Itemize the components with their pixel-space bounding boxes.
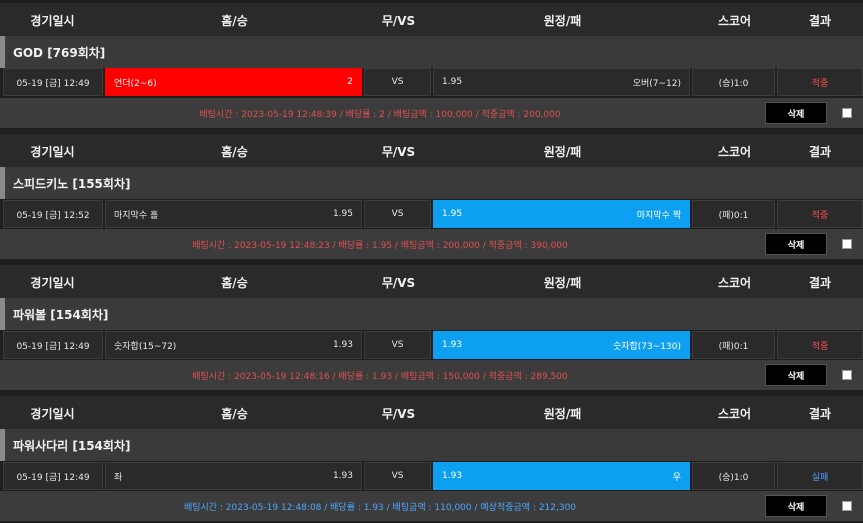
away-pick-cell[interactable]: 1.95 마지막수 짝 [433,200,690,228]
header-home: 홈/승 [221,406,248,421]
select-checkbox[interactable] [842,108,852,118]
away-odds: 1.93 [442,340,463,350]
bet-date: 05-19 [금] 12:49 [3,462,103,490]
delete-button[interactable]: 삭제 [765,364,827,386]
column-header: 경기일시 홈/승 무/VS 원정/패 스코어 결과 [0,265,863,299]
vs-cell[interactable]: VS [364,331,431,359]
header-score: 스코어 [717,275,752,290]
bet-info-text: 배팅시간 : 2023-05-19 12:48:23 / 배당률 : 1.95 … [192,240,568,251]
bet-date: 05-19 [금] 12:49 [3,331,103,359]
score-cell: (승)1:0 [692,68,775,96]
result-cell: 적중 [777,331,863,359]
column-header: 경기일시 홈/승 무/VS 원정/패 스코어 결과 [0,3,863,37]
header-vs: 무/VS [381,13,416,28]
home-odds: 1.93 [332,471,353,481]
bet-info-text: 배팅시간 : 2023-05-19 12:48:39 / 배당률 : 2 / 배… [199,109,561,120]
game-title: 파워볼 [154회차] [0,298,863,330]
away-odds: 1.95 [442,209,463,219]
bet-info-text: 배팅시간 : 2023-05-19 12:48:16 / 배당률 : 1.93 … [192,371,568,382]
bet-info-text: 배팅시간 : 2023-05-19 12:48:08 / 배당률 : 1.93 … [183,502,577,513]
bet-info-bar: 배팅시간 : 2023-05-19 12:48:16 / 배당률 : 1.93 … [0,360,863,390]
header-score: 스코어 [717,144,752,159]
select-checkbox[interactable] [842,370,852,380]
result-cell: 실패 [777,462,863,490]
score-cell: (패)0:1 [692,331,775,359]
header-result: 결과 [808,406,832,421]
header-away: 원정/패 [543,144,582,159]
vs-cell[interactable]: VS [364,200,431,228]
column-header: 경기일시 홈/승 무/VS 원정/패 스코어 결과 [0,396,863,430]
header-result: 결과 [808,144,832,159]
header-home: 홈/승 [221,144,248,159]
score-cell: (패)0:1 [692,200,775,228]
header-result: 결과 [808,13,832,28]
vs-cell[interactable]: VS [364,462,431,490]
away-pick-cell[interactable]: 1.93 숫자합(73~130) [433,331,690,359]
vs-cell[interactable]: VS [364,68,431,96]
header-result: 결과 [808,275,832,290]
bet-row: 05-19 [금] 12:49 좌 1.93 VS 1.93 우 (승)1:0 … [0,462,863,490]
header-date: 경기일시 [30,13,75,28]
header-home: 홈/승 [221,275,248,290]
bet-info-bar: 배팅시간 : 2023-05-19 12:48:39 / 배당률 : 2 / 배… [0,98,863,128]
header-date: 경기일시 [30,144,75,159]
bet-row: 05-19 [금] 12:52 마지막수 홀 1.95 VS 1.95 마지막수… [0,200,863,228]
score-cell: (승)1:0 [692,462,775,490]
home-odds: 1.93 [332,340,353,350]
home-label: 언더(2~6) [114,78,157,89]
bet-date: 05-19 [금] 12:52 [3,200,103,228]
away-label: 우 [672,472,681,483]
game-title: 스피드키노 [155회차] [0,167,863,199]
away-odds: 1.95 [442,77,463,87]
game-title: 파워사다리 [154회차] [0,429,863,461]
home-pick-cell[interactable]: 마지막수 홀 1.95 [105,200,362,228]
home-pick-cell[interactable]: 좌 1.93 [105,462,362,490]
header-away: 원정/패 [543,406,582,421]
away-odds: 1.93 [442,471,463,481]
home-label: 숫자합(15~72) [114,341,177,352]
select-checkbox[interactable] [842,239,852,249]
away-pick-cell[interactable]: 1.95 오버(7~12) [433,68,690,96]
header-away: 원정/패 [543,275,582,290]
bet-row: 05-19 [금] 12:49 숫자합(15~72) 1.93 VS 1.93 … [0,331,863,359]
header-score: 스코어 [717,13,752,28]
away-label: 마지막수 짝 [636,210,681,221]
delete-button[interactable]: 삭제 [765,495,827,517]
header-vs: 무/VS [381,406,416,421]
header-date: 경기일시 [30,275,75,290]
away-label: 숫자합(73~130) [612,341,681,352]
away-label: 오버(7~12) [632,78,681,89]
home-odds: 2 [347,77,353,87]
header-home: 홈/승 [221,13,248,28]
delete-button[interactable]: 삭제 [765,102,827,124]
home-pick-cell[interactable]: 언더(2~6) 2 [105,68,362,96]
select-checkbox[interactable] [842,501,852,511]
header-score: 스코어 [717,406,752,421]
bet-date: 05-19 [금] 12:49 [3,68,103,96]
result-cell: 적중 [777,200,863,228]
home-pick-cell[interactable]: 숫자합(15~72) 1.93 [105,331,362,359]
bet-row: 05-19 [금] 12:49 언더(2~6) 2 VS 1.95 오버(7~1… [0,68,863,96]
result-cell: 적중 [777,68,863,96]
home-label: 마지막수 홀 [114,210,159,221]
header-date: 경기일시 [30,406,75,421]
header-away: 원정/패 [543,13,582,28]
delete-button[interactable]: 삭제 [765,233,827,255]
home-label: 좌 [114,472,123,483]
away-pick-cell[interactable]: 1.93 우 [433,462,690,490]
column-header: 경기일시 홈/승 무/VS 원정/패 스코어 결과 [0,134,863,168]
home-odds: 1.95 [332,209,353,219]
bet-info-bar: 배팅시간 : 2023-05-19 12:48:23 / 배당률 : 1.95 … [0,229,863,259]
header-vs: 무/VS [381,275,416,290]
game-title: GOD [769회차] [0,36,863,68]
bet-info-bar: 배팅시간 : 2023-05-19 12:48:08 / 배당률 : 1.93 … [0,491,863,521]
header-vs: 무/VS [381,144,416,159]
